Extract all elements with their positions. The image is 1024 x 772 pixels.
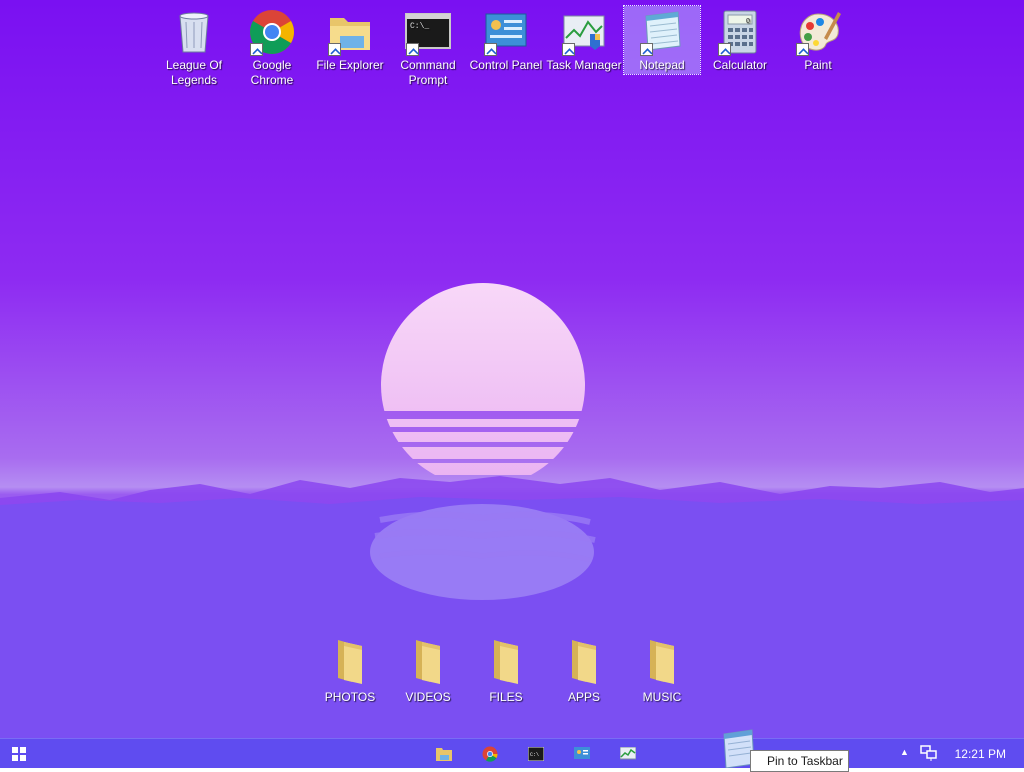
taskbar: C:\ ▲ 12:21 PM (0, 738, 1024, 768)
control-panel-icon (482, 8, 530, 56)
desktop-icon-label: Google Chrome (250, 58, 294, 87)
shortcut-arrow-icon (328, 43, 341, 56)
desktop-icon-paint[interactable]: Paint (780, 6, 856, 73)
folder-label: PHOTOS (324, 690, 376, 704)
desktop-icon-label: Notepad (639, 58, 685, 72)
chrome-icon (248, 8, 296, 56)
desktop-icon-file-explorer[interactable]: File Explorer (312, 6, 388, 73)
show-hidden-icons-button[interactable]: ▲ (900, 747, 909, 757)
clock[interactable]: 12:21 PM (955, 747, 1006, 761)
sun-shape (381, 283, 585, 475)
folder-icon (650, 640, 674, 684)
folder-label: FILES (489, 690, 523, 704)
desktop-icon-label: Paint (804, 58, 832, 72)
task-manager-icon (620, 747, 636, 760)
svg-text:0: 0 (746, 18, 750, 25)
shortcut-arrow-icon (406, 43, 419, 56)
folder-label: APPS (567, 690, 600, 704)
taskbar-control-panel[interactable] (562, 742, 602, 766)
windows-logo-icon (12, 747, 26, 761)
folder-icon (416, 640, 440, 684)
shortcut-arrow-icon (484, 43, 497, 56)
calculator-icon: 0 (716, 8, 764, 56)
taskbar-chrome[interactable] (470, 742, 510, 766)
svg-text:C:\: C:\ (530, 752, 539, 758)
tooltip-label: Pin to Taskbar (767, 754, 843, 768)
desktop-icon-task-manager[interactable]: Task Manager (546, 6, 622, 73)
desktop-icon-calculator[interactable]: 0 Calculator (702, 6, 778, 73)
folder-label: MUSIC (642, 690, 682, 704)
notepad-icon (638, 8, 686, 56)
svg-text:C:\_: C:\_ (410, 22, 429, 31)
command-prompt-icon: C:\ (528, 747, 544, 761)
desktop-icon-league-of-legends[interactable]: League Of Legends (156, 6, 232, 88)
shortcut-arrow-icon (562, 43, 575, 56)
wallpaper (0, 283, 1024, 738)
shortcut-arrow-icon (640, 43, 653, 56)
desktop-icon-google-chrome[interactable]: Google Chrome (234, 6, 310, 88)
desktop-icon-command-prompt[interactable]: C:\_ Command Prompt (390, 6, 466, 88)
network-icon[interactable] (920, 745, 938, 761)
desktop[interactable]: League Of Legends Google Chrome File Exp… (0, 0, 1024, 738)
desktop-icon-label: Task Manager (546, 58, 622, 72)
control-panel-icon (574, 747, 590, 759)
folder-label: VIDEOS (405, 690, 451, 704)
paint-icon (794, 8, 842, 56)
folder-files[interactable]: FILES (468, 636, 544, 705)
desktop-icon-label: Control Panel (469, 58, 543, 72)
folder-icon (338, 640, 362, 684)
file-explorer-icon (326, 8, 374, 56)
recycle-bin-icon (170, 8, 218, 56)
chrome-icon (482, 746, 498, 762)
folder-videos[interactable]: VIDEOS (390, 636, 466, 705)
task-manager-icon (560, 8, 608, 56)
pin-to-taskbar-tooltip: Pin to Taskbar (750, 750, 849, 772)
desktop-icon-control-panel[interactable]: Control Panel (468, 6, 544, 73)
start-button[interactable] (0, 742, 38, 766)
command-prompt-icon: C:\_ (404, 8, 452, 56)
folder-photos[interactable]: PHOTOS (312, 636, 388, 705)
shortcut-arrow-icon (250, 43, 263, 56)
taskbar-task-manager[interactable] (608, 742, 648, 766)
shortcut-arrow-icon (796, 43, 809, 56)
shortcut-arrow-icon (718, 43, 731, 56)
file-explorer-icon (436, 748, 452, 761)
folder-icon (494, 640, 518, 684)
taskbar-command-prompt[interactable]: C:\ (516, 742, 556, 766)
folder-apps[interactable]: APPS (546, 636, 622, 705)
desktop-icon-label: File Explorer (316, 58, 384, 72)
folder-music[interactable]: MUSIC (624, 636, 700, 705)
desktop-icon-label: Command Prompt (400, 58, 456, 87)
desktop-icon-label: Calculator (712, 58, 768, 72)
taskbar-file-explorer[interactable] (424, 742, 464, 766)
folder-icon (572, 640, 596, 684)
desktop-icon-notepad[interactable]: Notepad (623, 5, 701, 75)
desktop-icon-label: League Of Legends (165, 58, 223, 87)
